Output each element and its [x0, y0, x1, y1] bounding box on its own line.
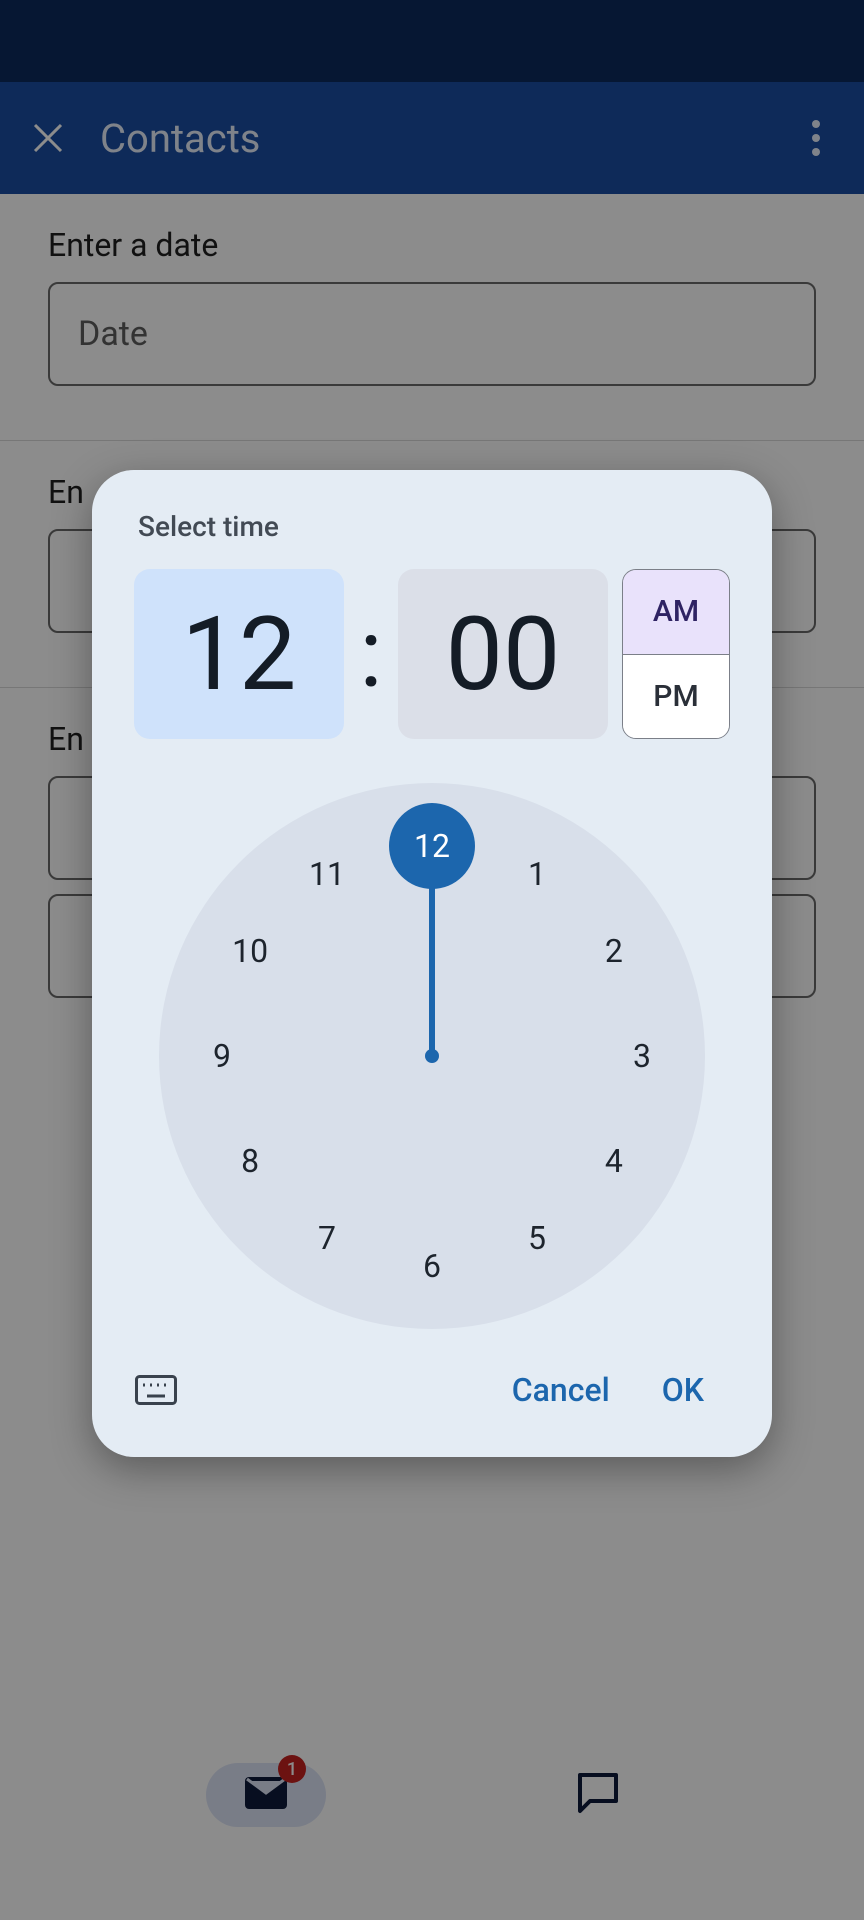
- clock-face[interactable]: 12 12 3 45678 9 10 11: [159, 783, 705, 1329]
- ampm-toggle: AM PM: [622, 569, 730, 739]
- clock-hour-6[interactable]: 6: [402, 1236, 462, 1296]
- clock-hour-3[interactable]: 3: [612, 1026, 672, 1086]
- dialog-actions: Cancel OK: [134, 1357, 730, 1423]
- clock-hour-11[interactable]: 11: [297, 844, 357, 904]
- clock-selected-hour[interactable]: 12: [389, 803, 475, 889]
- am-button[interactable]: AM: [623, 570, 729, 655]
- clock-hour-10[interactable]: 10: [220, 921, 280, 981]
- clock-hour-2[interactable]: 2: [584, 921, 644, 981]
- clock-hour-7[interactable]: 7: [297, 1208, 357, 1268]
- clock-hour-4[interactable]: 4: [584, 1131, 644, 1191]
- ok-button[interactable]: OK: [636, 1357, 730, 1423]
- clock-hour-9[interactable]: 9: [192, 1026, 252, 1086]
- clock-hour-1[interactable]: 1: [507, 844, 567, 904]
- hour-display[interactable]: 12: [134, 569, 344, 739]
- cancel-button[interactable]: Cancel: [486, 1357, 636, 1423]
- pm-button[interactable]: PM: [623, 655, 729, 739]
- keyboard-icon[interactable]: [132, 1366, 180, 1414]
- dialog-title: Select time: [138, 510, 730, 543]
- time-colon: :: [358, 569, 384, 739]
- time-picker-dialog: Select time 12 : 00 AM PM 12 12345678910…: [92, 470, 772, 1457]
- clock-center: [425, 1049, 439, 1063]
- clock-hour-5[interactable]: 5: [507, 1208, 567, 1268]
- clock-hour-8[interactable]: 8: [220, 1131, 280, 1191]
- time-display-row: 12 : 00 AM PM: [134, 569, 730, 739]
- minute-display[interactable]: 00: [398, 569, 608, 739]
